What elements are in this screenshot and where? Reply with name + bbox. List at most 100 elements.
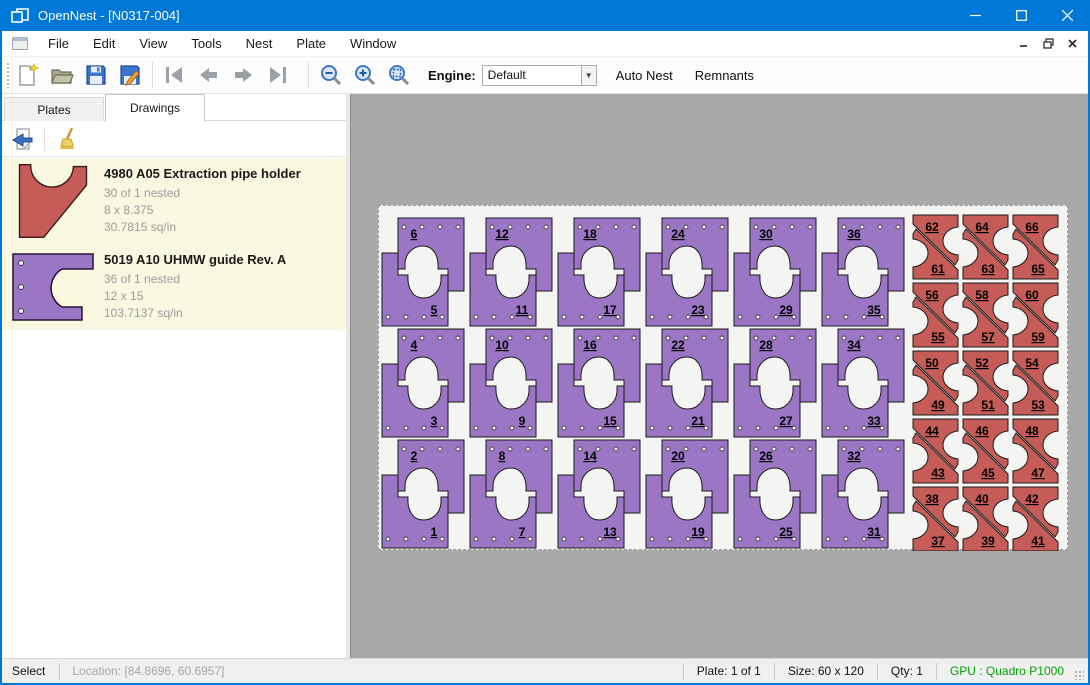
- part-number: 29: [779, 303, 793, 317]
- part-number: 34: [847, 338, 861, 352]
- nest-cell-red[interactable]: 4241: [1013, 487, 1058, 551]
- menu-nest[interactable]: Nest: [234, 31, 285, 57]
- nest-cell-purple[interactable]: 65: [382, 218, 464, 326]
- engine-dropdown-button[interactable]: ▼: [582, 65, 597, 86]
- go-last-button[interactable]: [260, 60, 294, 90]
- drawing-nested-count: 36 of 1 nested: [104, 271, 286, 288]
- part-number: 12: [495, 227, 509, 241]
- nest-cell-red[interactable]: 54 53: [1013, 351, 1058, 415]
- clean-broom-icon: [58, 127, 82, 151]
- nest-cell-red[interactable]: 5049: [913, 351, 958, 415]
- go-next-button[interactable]: [226, 60, 260, 90]
- nest-cell-purple[interactable]: 43: [382, 329, 464, 437]
- menu-window[interactable]: Window: [338, 31, 408, 57]
- part-number: 27: [779, 414, 793, 428]
- nest-cell-purple[interactable]: 1615: [558, 329, 640, 437]
- nest-cell-purple[interactable]: 2625: [734, 440, 816, 548]
- zoom-fit-icon: [388, 64, 410, 86]
- close-button[interactable]: [1044, 0, 1090, 31]
- nest-cell-red[interactable]: 3837: [913, 487, 958, 551]
- nest-cell-purple[interactable]: 2221: [646, 329, 728, 437]
- drawings-toolbar: [2, 122, 346, 157]
- drawing-item-4980[interactable]: 4980 A05 Extraction pipe holder 30 of 1 …: [2, 158, 346, 244]
- menu-tools[interactable]: Tools: [179, 31, 233, 57]
- nest-viewport[interactable]: 6512111817242330293635431091615222128273…: [350, 94, 1090, 658]
- auto-nest-button[interactable]: Auto Nest: [605, 60, 684, 90]
- zoom-out-icon: [320, 64, 342, 86]
- app-window: OpenNest - [N0317-004] File Edit View To…: [0, 0, 1090, 685]
- zoom-out-button[interactable]: [314, 60, 348, 90]
- nest-cell-purple[interactable]: 24 23: [646, 218, 728, 326]
- nest-cell-red[interactable]: 6463: [963, 215, 1008, 279]
- import-drawing-button[interactable]: [6, 124, 40, 154]
- part-number: 65: [1031, 262, 1045, 276]
- zoom-in-button[interactable]: [348, 60, 382, 90]
- nest-cell-purple[interactable]: 2827: [734, 329, 816, 437]
- nest-cell-purple[interactable]: 1817: [558, 218, 640, 326]
- new-document-button[interactable]: [11, 60, 45, 90]
- go-last-icon: [266, 66, 288, 84]
- part-number: 48: [1025, 424, 1039, 438]
- nest-cell-red[interactable]: 4847: [1013, 419, 1058, 483]
- part-number: 37: [931, 534, 945, 548]
- menu-edit[interactable]: Edit: [81, 31, 127, 57]
- nest-cell-red[interactable]: 5857: [963, 283, 1008, 347]
- nest-cell-purple[interactable]: 3433: [822, 329, 904, 437]
- save-button[interactable]: [79, 60, 113, 90]
- open-button[interactable]: [45, 60, 79, 90]
- nest-cell-red[interactable]: 4039: [963, 487, 1008, 551]
- menu-plate[interactable]: Plate: [284, 31, 338, 57]
- tab-plates[interactable]: Plates: [4, 97, 104, 121]
- tab-plates-label: Plates: [37, 103, 70, 117]
- go-previous-icon: [199, 66, 219, 84]
- nest-cell-red[interactable]: 4645: [963, 419, 1008, 483]
- document-window-icon[interactable]: [12, 37, 28, 50]
- tab-drawings[interactable]: Drawings: [105, 94, 205, 122]
- remnants-button[interactable]: Remnants: [684, 60, 765, 90]
- minimize-button[interactable]: [952, 0, 998, 31]
- nest-cell-red[interactable]: 5251: [963, 351, 1008, 415]
- part-number: 23: [691, 303, 705, 317]
- plate-size: Size: 60 x 120: [775, 659, 877, 683]
- mdi-minimize-button[interactable]: [1014, 33, 1034, 53]
- engine-select[interactable]: Default: [482, 65, 582, 86]
- mdi-restore-button[interactable]: [1038, 33, 1058, 53]
- clean-button[interactable]: [53, 124, 87, 154]
- nest-cell-purple[interactable]: 1211: [470, 218, 552, 326]
- part-number: 54: [1025, 356, 1039, 370]
- nest-cell-purple[interactable]: 3029: [734, 218, 816, 326]
- drawing-item-5019[interactable]: 5019 A10 UHMW guide Rev. A 36 of 1 neste…: [2, 244, 346, 330]
- menu-file[interactable]: File: [36, 31, 81, 57]
- nest-cell-purple[interactable]: 3231: [822, 440, 904, 548]
- mdi-close-button[interactable]: [1062, 33, 1082, 53]
- go-next-icon: [233, 66, 253, 84]
- resize-grip[interactable]: [1074, 670, 1084, 680]
- go-previous-button[interactable]: [192, 60, 226, 90]
- part-number: 53: [1031, 398, 1045, 412]
- plate[interactable]: 6512111817242330293635431091615222128273…: [378, 205, 1068, 550]
- nest-cell-red[interactable]: 6059: [1013, 283, 1058, 347]
- nest-cell-purple[interactable]: 1413: [558, 440, 640, 548]
- drawing-title: 5019 A10 UHMW guide Rev. A: [104, 252, 286, 267]
- drawing-size: 8 x 8.375: [104, 202, 301, 219]
- mdi-close-icon: [1068, 39, 1077, 48]
- nest-cell-purple[interactable]: 21: [382, 440, 464, 548]
- nest-cell-purple[interactable]: 3635: [822, 218, 904, 326]
- part-number: 7: [519, 525, 526, 539]
- part-number: 24: [671, 227, 685, 241]
- nest-cell-red[interactable]: 5655: [913, 283, 958, 347]
- minimize-icon: [970, 10, 981, 21]
- nest-cell-red[interactable]: 4443: [913, 419, 958, 483]
- nest-canvas: 6512111817242330293635431091615222128273…: [379, 206, 1069, 551]
- nest-cell-red[interactable]: 6665: [1013, 215, 1058, 279]
- maximize-button[interactable]: [998, 0, 1044, 31]
- nest-cell-purple[interactable]: 109: [470, 329, 552, 437]
- nest-cell-purple[interactable]: 87: [470, 440, 552, 548]
- zoom-fit-button[interactable]: [382, 60, 416, 90]
- nest-cell-red[interactable]: 6261: [913, 215, 958, 279]
- menu-view[interactable]: View: [127, 31, 179, 57]
- save-as-button[interactable]: [113, 60, 147, 90]
- nest-cell-purple[interactable]: 2019: [646, 440, 728, 548]
- go-first-button[interactable]: [158, 60, 192, 90]
- part-number: 15: [603, 414, 617, 428]
